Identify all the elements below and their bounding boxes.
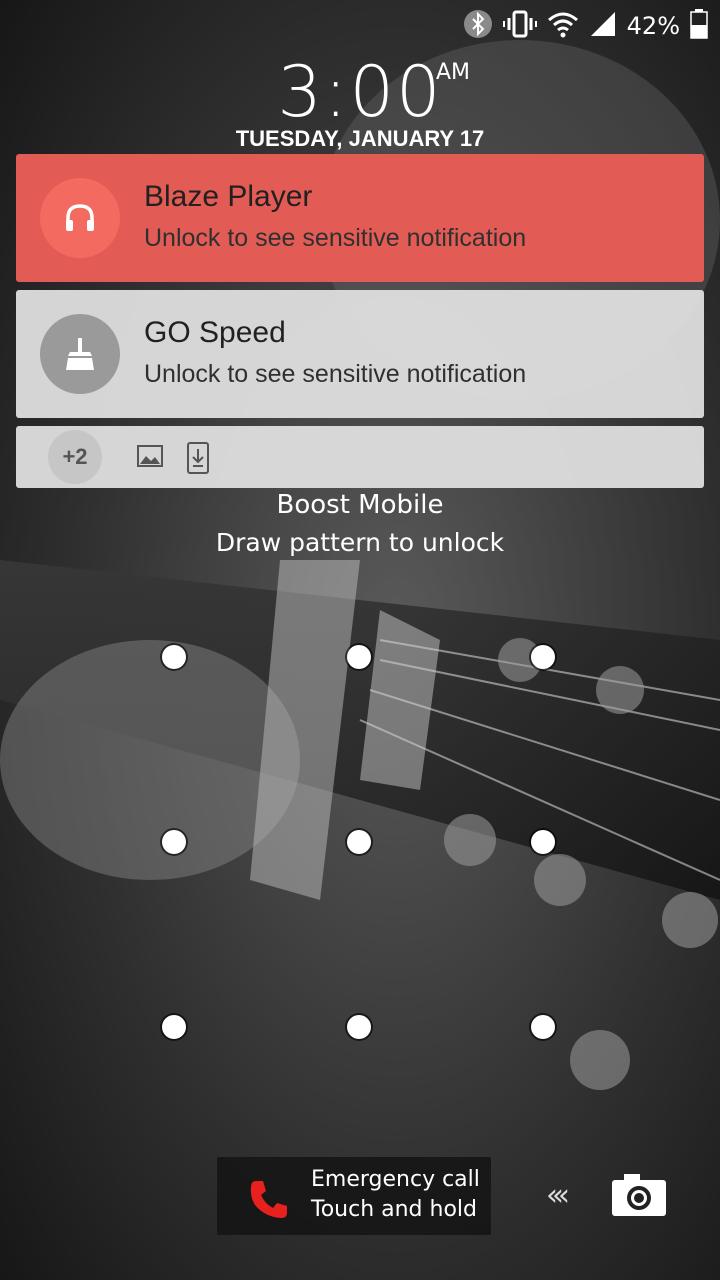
notification-title: Blaze Player [144, 180, 313, 213]
unlock-instruction: Draw pattern to unlock [215, 528, 505, 557]
battery-percent: 42% [626, 12, 680, 40]
broom-icon [40, 314, 120, 394]
carrier-name: Boost Mobile [276, 490, 444, 520]
image-icon [136, 442, 164, 474]
pattern-dot[interactable] [162, 645, 186, 669]
clock-ampm: AM [436, 60, 471, 85]
download-icon [186, 442, 210, 478]
overflow-count: +2 [48, 430, 102, 484]
headphones-icon [40, 178, 120, 258]
pattern-dot[interactable] [162, 830, 186, 854]
notification-go-speed[interactable]: GO Speed Unlock to see sensitive notific… [16, 290, 704, 418]
pattern-dot[interactable] [347, 830, 371, 854]
pattern-dot[interactable] [162, 1015, 186, 1039]
pattern-dot[interactable] [531, 1015, 555, 1039]
pattern-dot[interactable] [347, 1015, 371, 1039]
bluetooth-icon [463, 9, 493, 43]
notification-text: Unlock to see sensitive notification [144, 224, 527, 252]
emergency-hint-label: Touch and hold [311, 1197, 477, 1222]
notification-overflow[interactable]: +2 [16, 426, 704, 488]
vibrate-icon [502, 9, 537, 43]
battery-icon [690, 9, 708, 43]
status-bar: 42% [0, 0, 720, 52]
pattern-dot[interactable] [531, 645, 555, 669]
phone-icon [247, 1177, 291, 1225]
pattern-dot[interactable] [531, 830, 555, 854]
clock-time: 3:00 [277, 51, 443, 133]
camera-icon[interactable] [610, 1170, 668, 1222]
pattern-dot[interactable] [347, 645, 371, 669]
notification-blaze-player[interactable]: Blaze Player Unlock to see sensitive not… [16, 154, 704, 282]
notification-title: GO Speed [144, 316, 286, 349]
notification-text: Unlock to see sensitive notification [144, 360, 527, 388]
lockscreen-clock: 3:00 AM [0, 52, 720, 132]
lockscreen-date: TUESDAY, JANUARY 17 [235, 126, 485, 151]
emergency-call-label: Emergency call [311, 1167, 480, 1192]
wifi-icon [547, 10, 579, 42]
signal-icon [589, 10, 617, 42]
chevron-left-icon: ‹‹‹ [546, 1178, 570, 1213]
emergency-call-button[interactable]: Emergency call Touch and hold [217, 1157, 491, 1235]
